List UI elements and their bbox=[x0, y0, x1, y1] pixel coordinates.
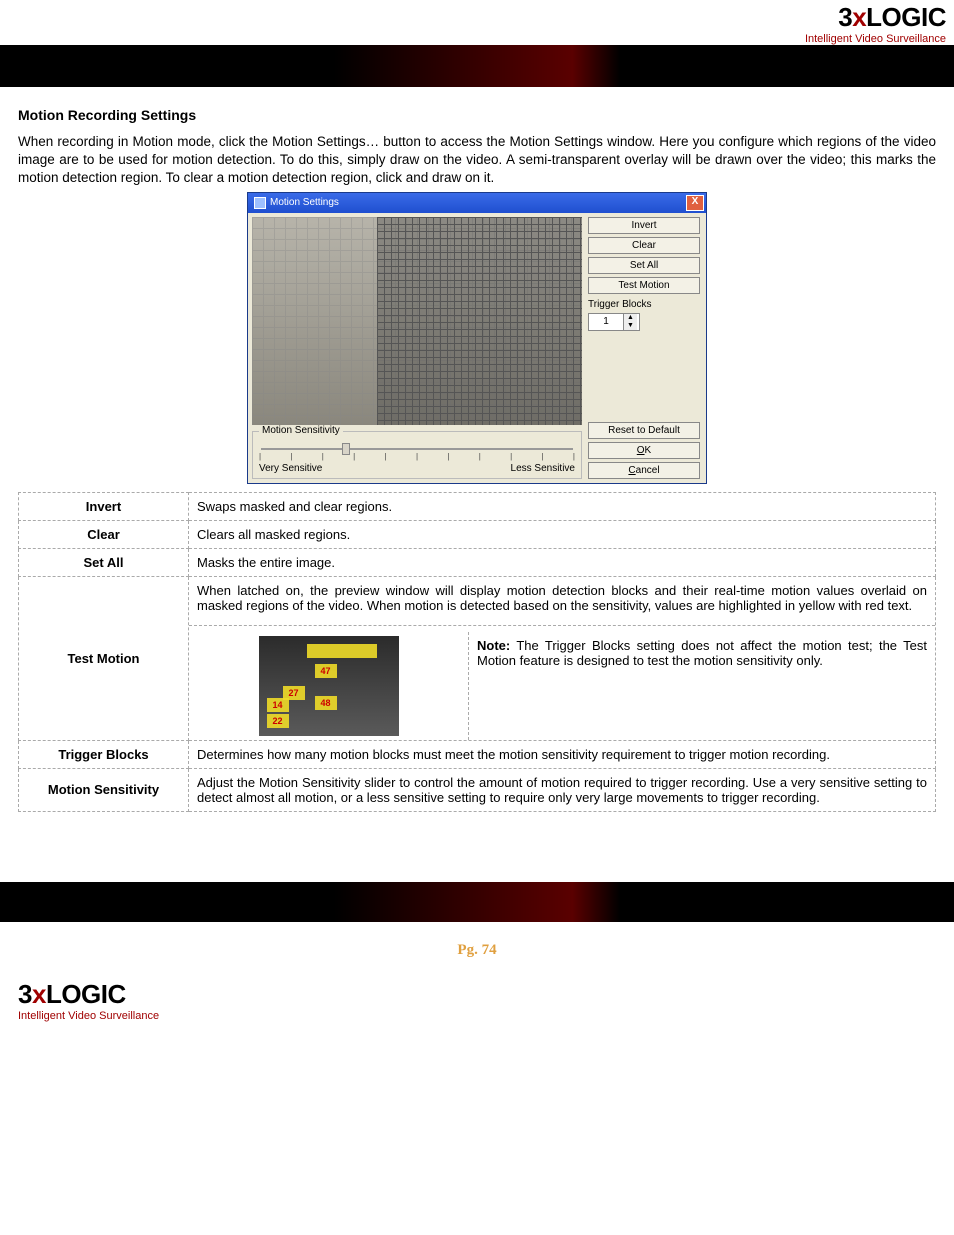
row-testmotion-desc: When latched on, the preview window will… bbox=[189, 577, 935, 619]
section-title: Motion Recording Settings bbox=[18, 107, 936, 123]
motion-settings-window: Motion Settings X Motion Sensitivity bbox=[247, 192, 707, 484]
row-clear-label: Clear bbox=[19, 520, 189, 548]
clear-button[interactable]: Clear bbox=[588, 237, 700, 254]
row-invert-desc: Swaps masked and clear regions. bbox=[189, 492, 936, 520]
sensitivity-slider[interactable] bbox=[261, 448, 573, 450]
table-row: Test Motion When latched on, the preview… bbox=[19, 576, 936, 740]
row-clear-desc: Clears all masked regions. bbox=[189, 520, 936, 548]
table-row: Motion Sensitivity Adjust the Motion Sen… bbox=[19, 768, 936, 811]
dialog-titlebar: Motion Settings X bbox=[248, 193, 706, 213]
row-testmotion-label: Test Motion bbox=[19, 576, 189, 740]
header-logo-row: 3xLOGIC Intelligent Video Surveillance bbox=[0, 0, 954, 45]
trigger-blocks-spinner[interactable]: ▲ ▼ bbox=[588, 313, 640, 331]
table-row: Set All Masks the entire image. bbox=[19, 548, 936, 576]
sens-left-label: Very Sensitive bbox=[259, 463, 322, 474]
test-motion-thumb-cell: 47 27 48 14 22 bbox=[189, 632, 469, 740]
logo-logic: LOGIC bbox=[866, 2, 946, 32]
trigger-blocks-label: Trigger Blocks bbox=[588, 299, 700, 310]
ok-button[interactable]: OK bbox=[588, 442, 700, 459]
footer-title: 3xLOGIC's VIGIL Server 7.1 User Guide bbox=[0, 924, 954, 942]
row-trigger-label: Trigger Blocks bbox=[19, 740, 189, 768]
brand-tagline: Intelligent Video Surveillance bbox=[805, 33, 946, 45]
table-row: Invert Swaps masked and clear regions. bbox=[19, 492, 936, 520]
footer-text: 3xLOGIC's VIGIL Server 7.1 User Guide Pg… bbox=[0, 922, 954, 959]
sens-right-label: Less Sensitive bbox=[511, 463, 575, 474]
table-row: Trigger Blocks Determines how many motio… bbox=[19, 740, 936, 768]
row-sens-label: Motion Sensitivity bbox=[19, 768, 189, 811]
logo-x: x bbox=[852, 2, 866, 32]
spinner-down-icon[interactable]: ▼ bbox=[623, 322, 637, 330]
test-motion-thumbnail: 47 27 48 14 22 bbox=[259, 636, 399, 736]
sens-group-label: Motion Sensitivity bbox=[259, 425, 343, 436]
header-band bbox=[0, 45, 954, 87]
set-all-button[interactable]: Set All bbox=[588, 257, 700, 274]
row-trigger-desc: Determines how many motion blocks must m… bbox=[189, 740, 936, 768]
spinner-up-icon[interactable]: ▲ bbox=[623, 314, 637, 322]
slider-thumb[interactable] bbox=[342, 443, 350, 455]
dialog-screenshot: Motion Settings X Motion Sensitivity bbox=[18, 192, 936, 484]
logo-3: 3 bbox=[838, 2, 852, 32]
dialog-title: Motion Settings bbox=[270, 197, 339, 208]
invert-button[interactable]: Invert bbox=[588, 217, 700, 234]
row-invert-label: Invert bbox=[19, 492, 189, 520]
cancel-button[interactable]: Cancel bbox=[588, 462, 700, 479]
definitions-table: Invert Swaps masked and clear regions. C… bbox=[18, 492, 936, 812]
row-setall-desc: Masks the entire image. bbox=[189, 548, 936, 576]
footer-band bbox=[0, 882, 954, 922]
reset-default-button[interactable]: Reset to Default bbox=[588, 422, 700, 439]
footer-logo-row: 3xLOGIC Intelligent Video Surveillance bbox=[0, 959, 954, 1042]
close-icon[interactable]: X bbox=[686, 195, 704, 211]
table-row: Clear Clears all masked regions. bbox=[19, 520, 936, 548]
trigger-blocks-input[interactable] bbox=[589, 314, 623, 330]
motion-mask-overlay bbox=[377, 217, 582, 425]
brand-logo: 3xLOGIC Intelligent Video Surveillance bbox=[805, 2, 946, 45]
test-motion-note: Note: The Trigger Blocks setting does no… bbox=[469, 632, 935, 740]
row-setall-label: Set All bbox=[19, 548, 189, 576]
dialog-icon bbox=[254, 197, 266, 209]
test-motion-button[interactable]: Test Motion bbox=[588, 277, 700, 294]
motion-sensitivity-group: Motion Sensitivity ||||||||||| Very Sens… bbox=[252, 431, 582, 479]
footer-page: Pg. 74 bbox=[0, 942, 954, 959]
row-sens-desc: Adjust the Motion Sensitivity slider to … bbox=[189, 768, 936, 811]
video-preview[interactable] bbox=[252, 217, 582, 425]
intro-paragraph: When recording in Motion mode, click the… bbox=[18, 133, 936, 188]
